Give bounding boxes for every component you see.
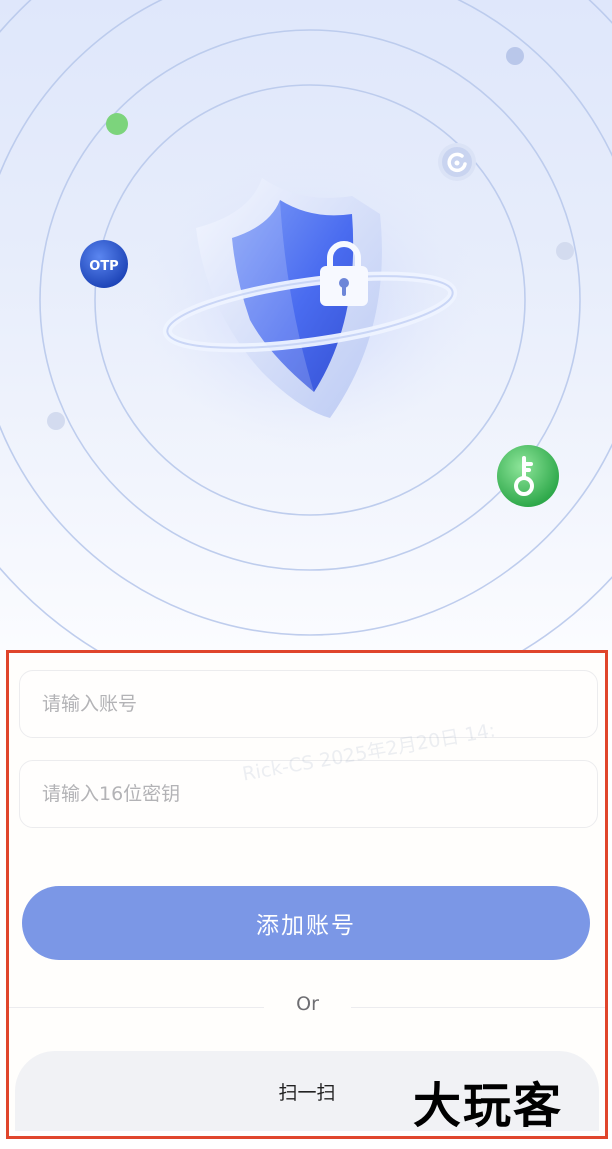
or-separator: Or <box>296 993 319 1015</box>
divider-line <box>351 1007 605 1008</box>
hero-illustration: OTP <box>0 0 612 650</box>
key-icon <box>497 445 559 507</box>
account-input[interactable] <box>40 692 597 716</box>
orbit-dot <box>47 412 65 430</box>
add-account-button[interactable]: 添加账号 <box>22 886 590 960</box>
orbit-dot <box>556 242 574 260</box>
orbit-dot <box>506 47 524 65</box>
secret-key-input[interactable] <box>40 782 597 806</box>
corner-logo-watermark: 大玩客 <box>413 1078 564 1134</box>
green-dot <box>106 113 128 135</box>
secret-key-field[interactable] <box>19 760 598 828</box>
account-field[interactable] <box>19 670 598 738</box>
add-account-form: 添加账号 Or 扫一扫 <box>6 650 608 1139</box>
divider-line <box>9 1007 264 1008</box>
svg-text:OTP: OTP <box>89 259 118 274</box>
otp-add-account-screen: OTP 添加账号 Or 扫一扫 Rick-CS <box>0 0 612 1149</box>
otp-badge-icon: OTP <box>80 240 128 288</box>
hero-graphic: OTP <box>0 0 612 650</box>
refresh-icon <box>438 143 476 181</box>
